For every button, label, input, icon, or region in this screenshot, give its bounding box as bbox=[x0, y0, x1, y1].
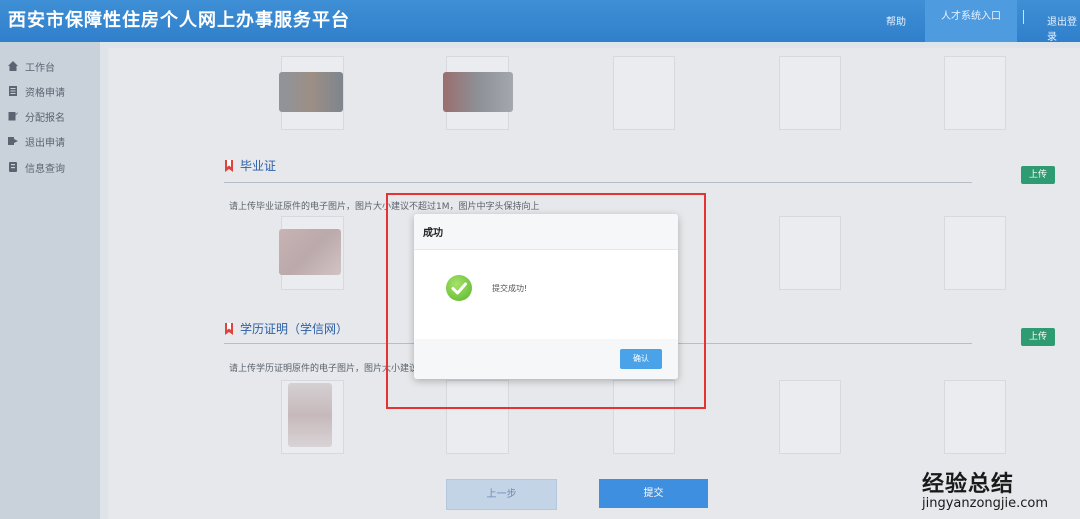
uploaded-image-thumbnail bbox=[279, 72, 343, 112]
sidebar-item-label: 工作台 bbox=[25, 62, 55, 74]
sidebar-item-workbench[interactable]: 工作台 bbox=[8, 56, 55, 76]
upload-slot[interactable] bbox=[944, 216, 1006, 290]
upload-slot[interactable] bbox=[613, 56, 675, 130]
sidebar: 工作台 资格申请 分配报名 退出申请 信息查询 bbox=[0, 42, 100, 519]
upload-button-graduation[interactable]: 上传 bbox=[1021, 166, 1055, 184]
nav-divider bbox=[1023, 10, 1024, 24]
top-header: 西安市保障性住房个人网上办事服务平台 帮助 人才系统入口 退出登录 bbox=[0, 0, 1080, 43]
upload-button-education[interactable]: 上传 bbox=[1021, 328, 1055, 346]
section-title-graduation: 毕业证 bbox=[224, 157, 276, 174]
sidebar-item-label: 分配报名 bbox=[25, 112, 65, 124]
submit-button[interactable]: 提交 bbox=[599, 479, 708, 508]
sidebar-item-info[interactable]: 信息查询 bbox=[8, 157, 65, 177]
upload-slot[interactable] bbox=[779, 216, 841, 290]
uploaded-image-thumbnail bbox=[443, 72, 513, 112]
sidebar-item-label: 信息查询 bbox=[25, 163, 65, 175]
watermark-line2: jingyanzongjie.com bbox=[922, 496, 1049, 511]
document-icon bbox=[9, 86, 17, 96]
upload-slot[interactable] bbox=[944, 56, 1006, 130]
upload-slot[interactable] bbox=[944, 380, 1006, 454]
exit-icon bbox=[8, 137, 18, 145]
uploaded-image-thumbnail bbox=[288, 383, 332, 447]
upload-slot[interactable] bbox=[779, 56, 841, 130]
section-title-text: 毕业证 bbox=[240, 159, 277, 173]
upload-slot[interactable] bbox=[779, 380, 841, 454]
highlight-box bbox=[386, 193, 706, 409]
sidebar-item-qualification[interactable]: 资格申请 bbox=[8, 81, 65, 101]
section-divider bbox=[224, 182, 972, 183]
section-title-text: 学历证明（学信网） bbox=[240, 322, 349, 336]
info-icon bbox=[9, 162, 17, 172]
watermark: 经验总结 jingyanzongjie.com bbox=[922, 466, 1048, 511]
nav-logout-link[interactable]: 退出登录 bbox=[1047, 13, 1080, 43]
bookmark-icon bbox=[224, 159, 234, 172]
edit-icon bbox=[8, 112, 18, 121]
nav-talent-system-link[interactable]: 人才系统入口 bbox=[925, 0, 1017, 42]
home-icon bbox=[8, 61, 18, 71]
nav-help-link[interactable]: 帮助 bbox=[886, 13, 906, 28]
app-title: 西安市保障性住房个人网上办事服务平台 bbox=[8, 10, 350, 31]
watermark-line1: 经验总结 bbox=[922, 472, 1015, 497]
bookmark-icon bbox=[224, 322, 234, 335]
sidebar-item-exit[interactable]: 退出申请 bbox=[8, 131, 65, 151]
section-title-education: 学历证明（学信网） bbox=[224, 320, 348, 337]
uploaded-image-thumbnail bbox=[279, 229, 341, 275]
sidebar-item-allocation[interactable]: 分配报名 bbox=[8, 106, 65, 126]
previous-step-button[interactable]: 上一步 bbox=[446, 479, 557, 510]
sidebar-item-label: 退出申请 bbox=[25, 137, 65, 149]
sidebar-item-label: 资格申请 bbox=[25, 87, 65, 99]
